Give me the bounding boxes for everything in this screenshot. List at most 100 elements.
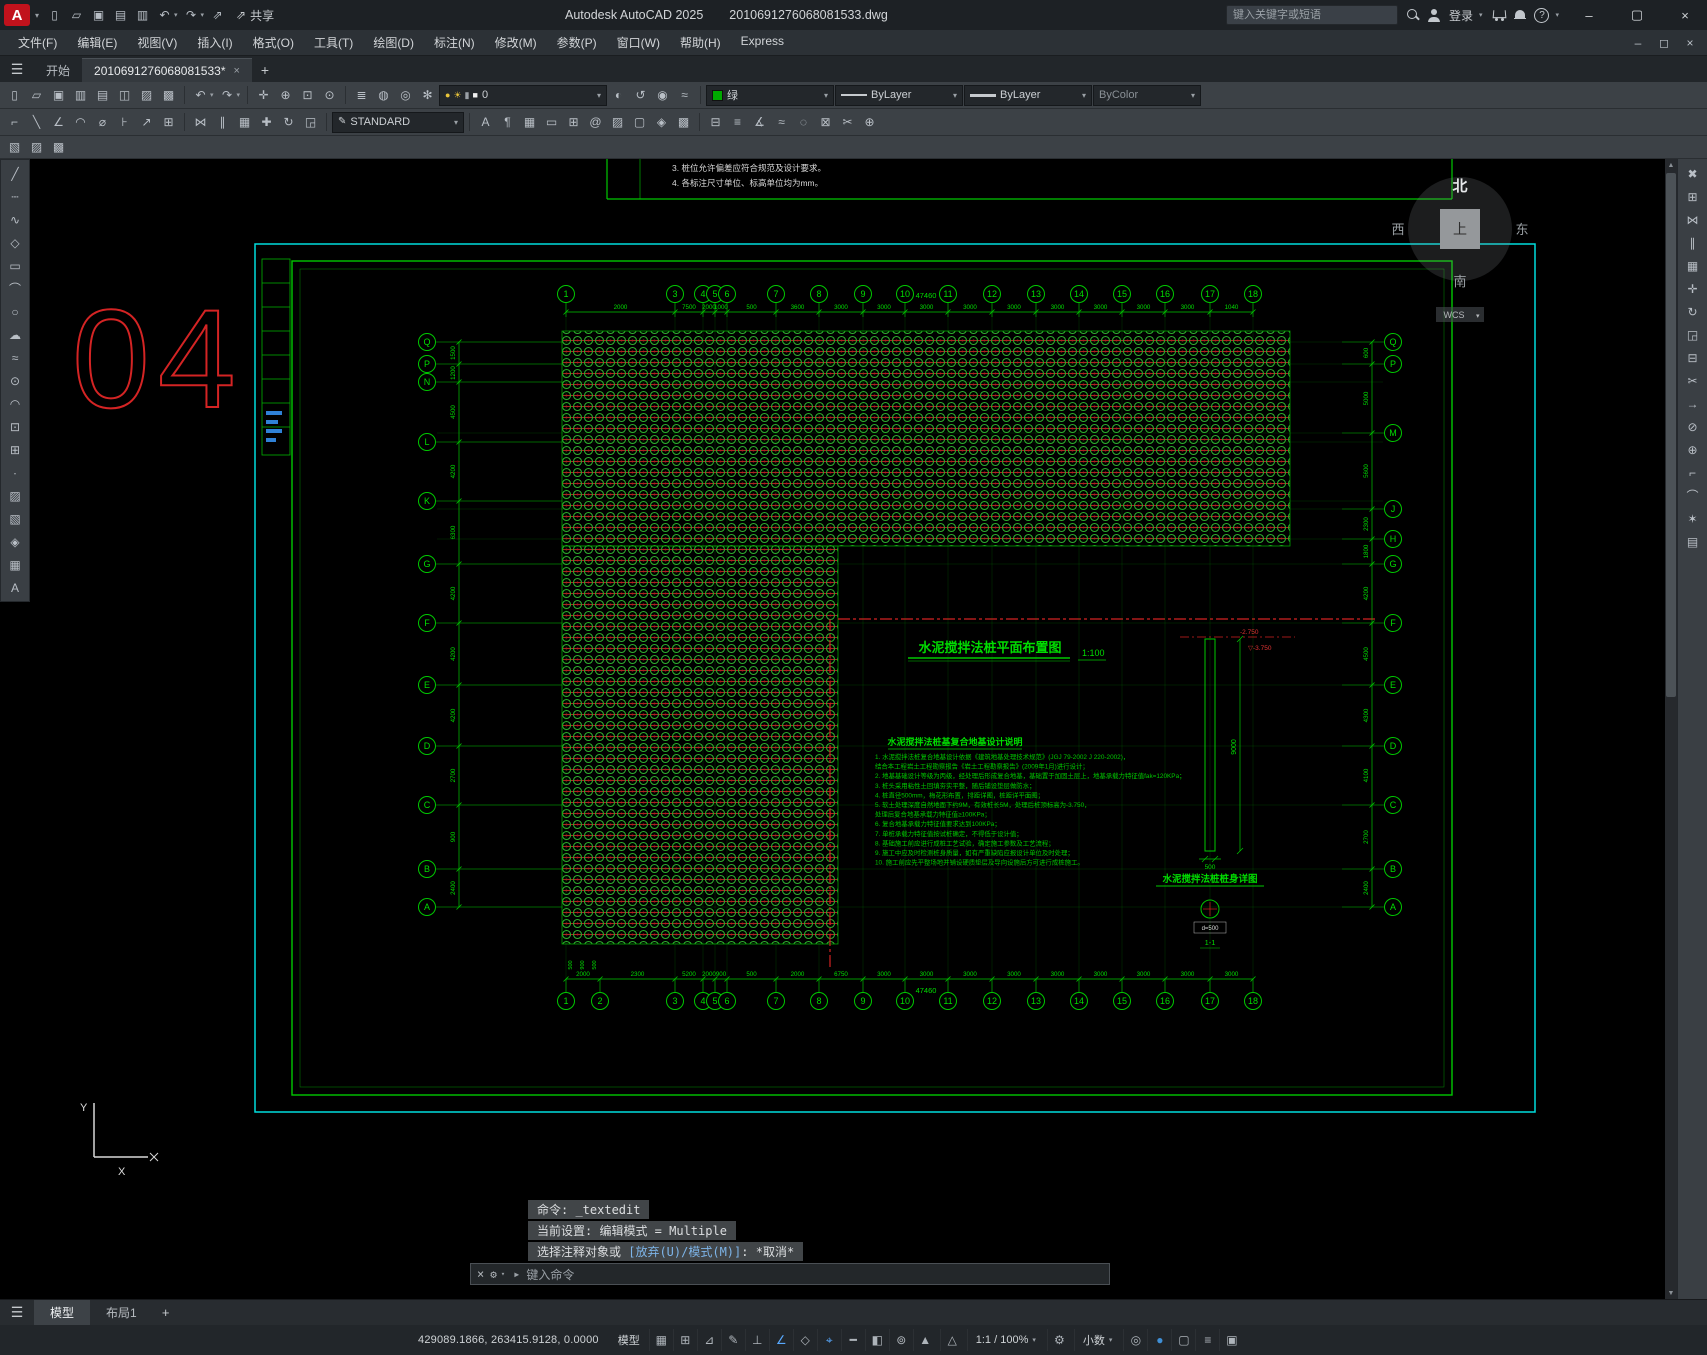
- command-options[interactable]: [放弃(U)/模式(M)]: [628, 1245, 741, 1259]
- image-attach-icon[interactable]: ▩: [48, 137, 69, 158]
- scale-icon[interactable]: ◲: [1682, 324, 1703, 345]
- infer-constraints-icon[interactable]: ⊿: [696, 1329, 721, 1351]
- redo-icon[interactable]: ↷: [217, 85, 238, 106]
- redo-icon[interactable]: ↷: [181, 5, 202, 26]
- osnap-icon[interactable]: ⌖: [816, 1329, 841, 1351]
- polar-tracking-icon[interactable]: ∠: [768, 1329, 793, 1351]
- redo-icon-caret[interactable]: ▾: [237, 91, 241, 99]
- color-combo[interactable]: 绿 ▾: [706, 84, 835, 106]
- snap-icon[interactable]: ⊞: [672, 1329, 697, 1351]
- polygon-icon[interactable]: ◇: [5, 232, 26, 253]
- hardware-acceleration-icon[interactable]: ●: [1147, 1329, 1171, 1351]
- menu-item-11[interactable]: 窗口(W): [607, 34, 670, 51]
- explode-icon[interactable]: ✶: [1682, 508, 1703, 529]
- layer-state-icon[interactable]: ◐: [608, 85, 629, 106]
- rotate-icon[interactable]: ↻: [278, 112, 299, 133]
- drawing-canvas[interactable]: 3. 桩位允许偏差应符合规范及设计要求。 4. 各标注尺寸单位、标高单位均为mm…: [0, 159, 1665, 1299]
- clean-screen-icon[interactable]: ▢: [1171, 1329, 1195, 1351]
- properties-icon[interactable]: ▤: [1682, 531, 1703, 552]
- menu-item-6[interactable]: 工具(T): [304, 34, 363, 51]
- scroll-up-icon[interactable]: ▲: [1665, 159, 1677, 171]
- customization-icon[interactable]: ≡: [1195, 1329, 1219, 1351]
- viewcube-north[interactable]: 北: [1452, 178, 1467, 195]
- maximize-button[interactable]: ▢: [1617, 0, 1657, 30]
- region-icon[interactable]: ◈: [5, 531, 26, 552]
- array-icon[interactable]: ▦: [1682, 255, 1703, 276]
- tab-drawing[interactable]: 2010691276068081533* ×: [82, 58, 252, 82]
- zoom-window-icon[interactable]: ⊡: [297, 85, 318, 106]
- lineweight-icon[interactable]: ━: [840, 1329, 865, 1351]
- transparency-icon[interactable]: ◧: [864, 1329, 889, 1351]
- measure-icon[interactable]: ⊟: [705, 112, 726, 133]
- refedit-icon[interactable]: ▧: [4, 137, 25, 158]
- menu-item-10[interactable]: 参数(P): [547, 34, 607, 51]
- stretch-icon[interactable]: ⊟: [1682, 347, 1703, 368]
- help-caret-icon[interactable]: ▾: [1555, 11, 1559, 19]
- attribute-icon[interactable]: @: [585, 112, 606, 133]
- spline-icon[interactable]: ≈: [5, 347, 26, 368]
- layer-off-icon[interactable]: ◍: [373, 85, 394, 106]
- mtext-icon[interactable]: A: [5, 577, 26, 598]
- copy-clip-icon[interactable]: ▨: [136, 85, 157, 106]
- search-icon[interactable]: [1406, 8, 1420, 22]
- viewcube-top-face[interactable]: 上: [1453, 221, 1467, 237]
- ortho-icon[interactable]: ⊥: [744, 1329, 769, 1351]
- login-caret-icon[interactable]: ▾: [1479, 11, 1483, 19]
- annotation-monitor-icon[interactable]: ▲: [912, 1329, 937, 1351]
- layer-previous-icon[interactable]: ↺: [630, 85, 651, 106]
- logo-caret-icon[interactable]: ▾: [32, 11, 42, 20]
- save-icon[interactable]: ▣: [88, 5, 109, 26]
- wipeout-icon[interactable]: ▩: [673, 112, 694, 133]
- chamfer-icon[interactable]: ⌐: [1682, 462, 1703, 483]
- tab-close-icon[interactable]: ×: [234, 65, 240, 77]
- user-icon[interactable]: [1428, 8, 1441, 22]
- command-input-bar[interactable]: × ⚙ ▾ ▸ 键入命令: [470, 1263, 1110, 1285]
- layer-freeze-icon[interactable]: ✻: [417, 85, 438, 106]
- autocad-logo[interactable]: A: [4, 4, 30, 26]
- new-icon[interactable]: ▯: [4, 85, 25, 106]
- lock-ui-icon[interactable]: ▣: [1219, 1329, 1243, 1351]
- login-label[interactable]: 登录: [1449, 7, 1473, 24]
- command-close-icon[interactable]: ×: [477, 1267, 484, 1281]
- notification-bell-icon[interactable]: [1514, 9, 1527, 22]
- lineweight-combo[interactable]: ByLayer ▾: [964, 84, 1093, 106]
- saveas-icon[interactable]: ▤: [110, 5, 131, 26]
- gradient-icon[interactable]: ▧: [5, 508, 26, 529]
- help-icon[interactable]: ?: [1534, 7, 1550, 23]
- hatch-icon[interactable]: ▨: [607, 112, 628, 133]
- field-icon[interactable]: ▭: [541, 112, 562, 133]
- trim-icon[interactable]: ✂: [837, 112, 858, 133]
- layout-menu-icon[interactable]: ☰: [0, 1304, 34, 1321]
- menu-item-8[interactable]: 标注(N): [424, 34, 485, 51]
- search-input[interactable]: [1225, 5, 1398, 25]
- break-icon[interactable]: ⊘: [1682, 416, 1703, 437]
- angle-icon[interactable]: ∡: [749, 112, 770, 133]
- block-icon[interactable]: ⊞: [563, 112, 584, 133]
- arc-icon[interactable]: ⌒: [5, 278, 26, 299]
- extend-icon[interactable]: →: [1682, 393, 1703, 414]
- spline-edit-icon[interactable]: ≈: [771, 112, 792, 133]
- qnew-icon[interactable]: ▯: [44, 5, 65, 26]
- redo-icon-caret[interactable]: ▾: [201, 11, 205, 19]
- tab-start[interactable]: 开始: [34, 58, 82, 82]
- pan-icon[interactable]: ✛: [253, 85, 274, 106]
- command-input[interactable]: ▸ 键入命令: [513, 1266, 574, 1283]
- viewcube-south[interactable]: 南: [1453, 274, 1466, 289]
- point-style-icon[interactable]: ◌: [793, 112, 814, 133]
- mirror-icon[interactable]: ⋈: [190, 112, 211, 133]
- menu-item-13[interactable]: Express: [731, 34, 794, 48]
- new-layout-button[interactable]: +: [153, 1305, 179, 1320]
- viewcube-west[interactable]: 西: [1391, 222, 1404, 237]
- new-tab-button[interactable]: +: [252, 58, 278, 82]
- workspace-switching-icon[interactable]: ⚙: [1046, 1329, 1071, 1351]
- line-icon[interactable]: ╱: [5, 163, 26, 184]
- point-icon[interactable]: ∙: [5, 462, 26, 483]
- open-icon[interactable]: ▱: [66, 5, 87, 26]
- list-icon[interactable]: ≡: [727, 112, 748, 133]
- units-combo[interactable]: 小数 ▾: [1073, 1329, 1121, 1351]
- layer-combo[interactable]: ● ☀ ▮ ■ 0 ▾: [439, 84, 608, 106]
- dim-continue-icon[interactable]: ⊦: [114, 112, 135, 133]
- undo-icon-caret[interactable]: ▾: [210, 91, 214, 99]
- share-button[interactable]: ⇗ 共享: [236, 7, 274, 24]
- scroll-down-icon[interactable]: ▼: [1665, 1287, 1677, 1299]
